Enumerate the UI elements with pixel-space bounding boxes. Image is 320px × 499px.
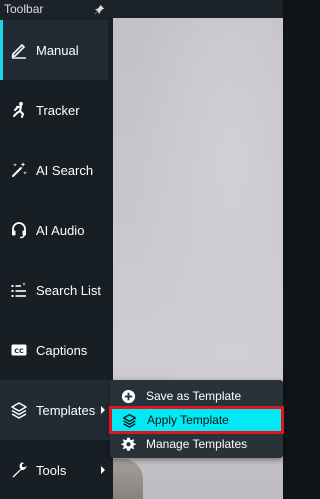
- sidebar-item-ai-audio[interactable]: AI Audio: [0, 200, 113, 260]
- closed-captions-icon: CC: [10, 341, 28, 359]
- sidebar-item-label: Tools: [36, 462, 67, 478]
- sidebar-item-label: Templates: [36, 402, 96, 418]
- sidebar-item-search-list[interactable]: Search List: [0, 260, 113, 320]
- menu-item-save-as-template[interactable]: Save as Template: [110, 384, 283, 408]
- sidebar-item-label: AI Audio: [36, 222, 85, 238]
- sidebar-item-tools[interactable]: Tools: [0, 440, 113, 499]
- menu-item-label: Apply Template: [147, 413, 229, 427]
- sidebar-item-label: Captions: [36, 342, 88, 358]
- sidebar: Manual Tracker AI Search AI Audio Search…: [0, 18, 113, 499]
- menu-item-label: Manage Templates: [146, 437, 248, 451]
- wrench-icon: [10, 461, 28, 479]
- sidebar-item-label: Manual: [36, 42, 79, 58]
- chevron-right-icon: [101, 466, 105, 474]
- sidebar-item-label: AI Search: [36, 162, 94, 178]
- sidebar-item-ai-search[interactable]: AI Search: [0, 140, 113, 200]
- menu-item-label: Save as Template: [146, 389, 242, 403]
- top-strip: [113, 0, 283, 18]
- layers-icon: [121, 412, 137, 428]
- plus-circle-icon: [120, 388, 136, 404]
- svg-text:CC: CC: [14, 347, 24, 355]
- headset-icon: [10, 221, 28, 239]
- templates-submenu: Save as Template Apply Template Manage T…: [109, 380, 284, 458]
- toolbar-title: Toolbar: [4, 2, 44, 16]
- magic-wand-icon: [10, 161, 28, 179]
- menu-item-apply-template[interactable]: Apply Template: [109, 406, 284, 434]
- video-foliage: [113, 459, 143, 499]
- toolbar-header: Toolbar: [0, 0, 113, 18]
- sidebar-item-captions[interactable]: CC Captions: [0, 320, 113, 380]
- sidebar-item-tracker[interactable]: Tracker: [0, 80, 113, 140]
- chevron-right-icon: [101, 406, 105, 414]
- sidebar-item-templates[interactable]: Templates: [0, 380, 113, 440]
- menu-item-manage-templates[interactable]: Manage Templates: [110, 432, 283, 456]
- pencil-icon: [10, 41, 28, 59]
- layers-icon: [10, 401, 28, 419]
- sidebar-item-label: Tracker: [36, 102, 80, 118]
- list-search-icon: [10, 281, 28, 299]
- sidebar-item-manual[interactable]: Manual: [0, 20, 108, 80]
- running-person-icon: [10, 101, 28, 119]
- pin-icon[interactable]: [94, 4, 105, 15]
- gear-icon: [120, 436, 136, 452]
- sidebar-item-label: Search List: [36, 282, 102, 298]
